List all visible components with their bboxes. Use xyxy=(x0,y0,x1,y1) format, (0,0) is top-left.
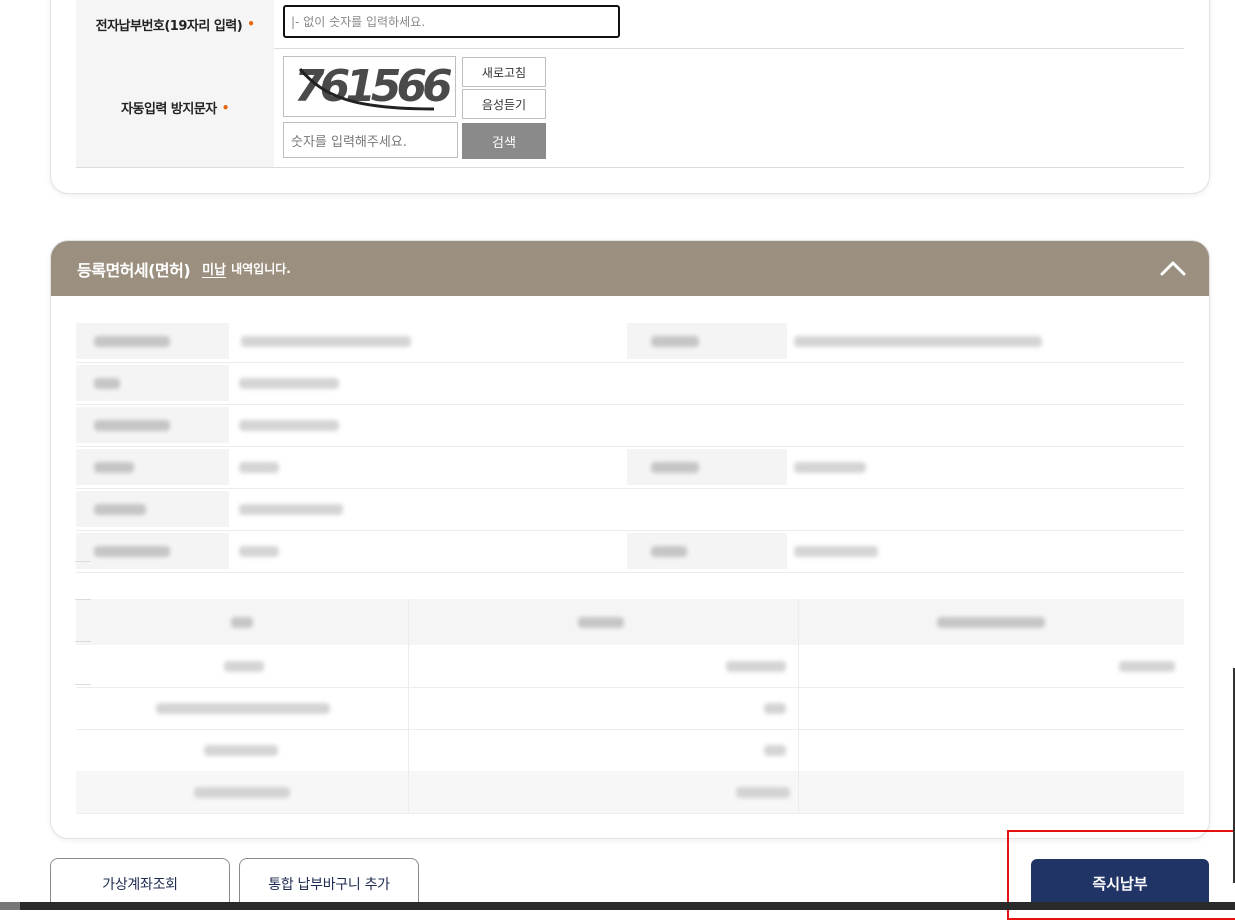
redacted-text xyxy=(94,462,134,473)
captcha-row: 자동입력 방지문자 • 761566 새로고침 음성듣기 숫자를 입력해주세요.… xyxy=(76,48,1184,168)
tax-detail-card: 등록면허세(면허) 미납 내역입니다. xyxy=(50,240,1210,839)
info-row xyxy=(76,488,1184,531)
redacted-text xyxy=(94,420,170,431)
add-to-cart-button[interactable]: 통합 납부바구니 추가 xyxy=(239,858,419,908)
redacted-text xyxy=(239,462,279,473)
redacted-text xyxy=(764,703,786,714)
table-row xyxy=(76,687,1184,730)
redacted-text xyxy=(794,462,866,473)
redacted-text xyxy=(239,504,343,515)
info-row xyxy=(76,446,1184,489)
captcha-image: 761566 xyxy=(283,56,457,117)
redacted-text xyxy=(651,546,687,557)
scrollbar-thumb[interactable] xyxy=(0,902,20,910)
redacted-text xyxy=(194,787,290,798)
amount-table-header xyxy=(76,599,1184,645)
redacted-text xyxy=(1119,661,1175,672)
redacted-text xyxy=(239,420,339,431)
divider xyxy=(75,599,91,600)
virtual-account-button[interactable]: 가상계좌조회 xyxy=(50,858,230,908)
horizontal-scrollbar[interactable] xyxy=(0,902,1235,910)
unpaid-status: 미납 xyxy=(202,263,227,278)
divider xyxy=(75,561,91,562)
captcha-input[interactable]: 숫자를 입력해주세요. xyxy=(283,122,458,158)
redacted-text xyxy=(726,661,786,672)
electronic-payment-input[interactable]: |- 없이 숫자를 입력하세요. xyxy=(283,5,620,38)
redacted-text xyxy=(578,617,624,628)
table-row xyxy=(76,771,1184,814)
search-button[interactable]: 검색 xyxy=(462,123,546,159)
table-divider xyxy=(798,599,799,813)
redacted-text xyxy=(736,787,790,798)
divider xyxy=(75,684,91,685)
redacted-text xyxy=(94,336,170,347)
info-row xyxy=(76,404,1184,447)
redacted-text xyxy=(764,745,786,756)
electronic-payment-label: 전자납부번호(19자리 입력) • xyxy=(76,0,274,48)
redacted-text xyxy=(794,546,878,557)
detail-header[interactable]: 등록면허세(면허) 미납 내역입니다. xyxy=(51,241,1209,296)
redacted-text xyxy=(239,546,279,557)
redacted-text xyxy=(94,504,146,515)
redacted-text xyxy=(241,336,411,347)
electronic-payment-row: 전자납부번호(19자리 입력) • |- 없이 숫자를 입력하세요. xyxy=(76,0,1184,49)
info-row xyxy=(76,320,1184,363)
table-divider xyxy=(408,599,409,813)
redacted-text xyxy=(224,661,264,672)
redacted-text xyxy=(794,336,1042,347)
redacted-text xyxy=(651,336,699,347)
info-row xyxy=(76,362,1184,405)
redacted-text xyxy=(239,378,339,389)
table-row xyxy=(76,729,1184,772)
captcha-graphic: 761566 xyxy=(294,61,457,112)
redacted-text xyxy=(937,617,1045,628)
redacted-text xyxy=(204,745,278,756)
info-row xyxy=(76,530,1184,573)
redacted-text xyxy=(94,378,120,389)
required-mark: • xyxy=(247,17,255,31)
redacted-text xyxy=(156,703,330,714)
detail-title: 등록면허세(면허) xyxy=(77,260,191,280)
redacted-text xyxy=(94,546,170,557)
captcha-label: 자동입력 방지문자 • xyxy=(76,48,274,167)
chevron-up-icon[interactable] xyxy=(1159,257,1187,279)
captcha-audio-button[interactable]: 음성듣기 xyxy=(462,89,546,119)
divider xyxy=(75,641,91,642)
required-mark: • xyxy=(221,100,230,115)
table-row xyxy=(76,645,1184,688)
captcha-refresh-button[interactable]: 새로고침 xyxy=(462,57,546,87)
redacted-text xyxy=(651,462,699,473)
redacted-text xyxy=(231,617,253,628)
status-suffix: 내역입니다. xyxy=(231,262,291,276)
